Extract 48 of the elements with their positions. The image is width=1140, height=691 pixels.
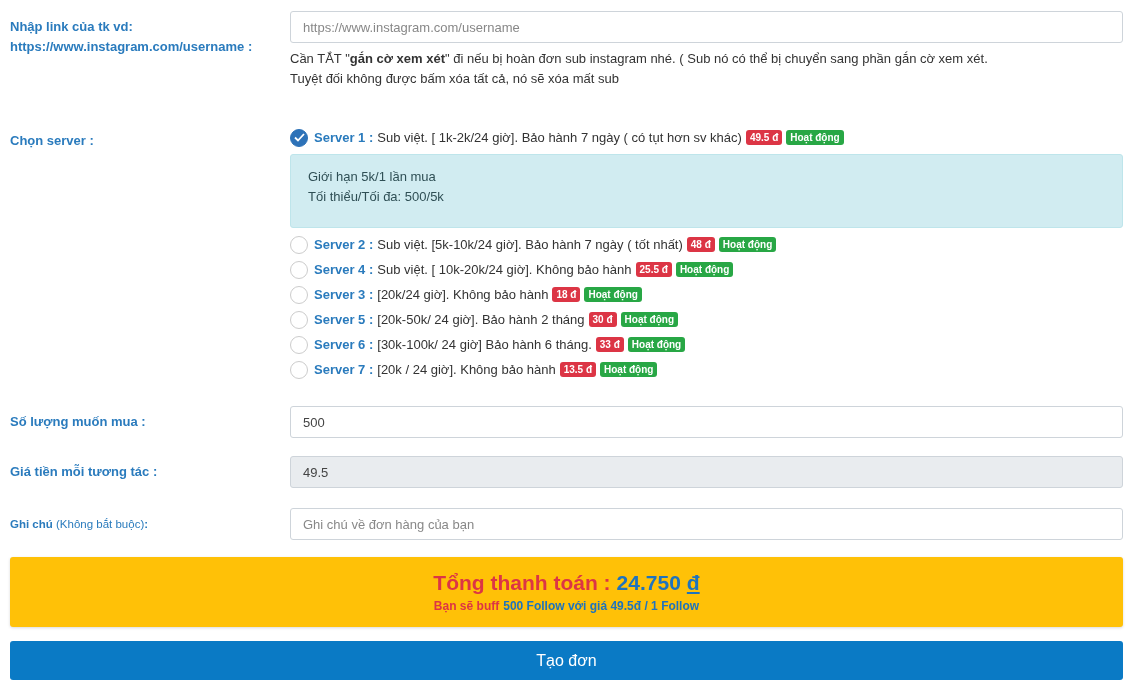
price-badge: 13.5 đ [559, 362, 596, 377]
server-name: Server 3 : [314, 287, 374, 302]
server-description: [30k-100k/ 24 giờ] Bảo hành 6 tháng. [377, 337, 592, 352]
status-badge: Hoạt động [584, 287, 642, 302]
summary-text: 500 Follow với giá 49.5đ / 1 Follow [503, 599, 700, 613]
server-name: Server 1 : [314, 130, 374, 145]
price-badge: 48 đ [686, 237, 715, 252]
server-description: Sub việt. [ 10k-20k/24 giờ]. Không bảo hành [377, 262, 632, 277]
field-label: Nhập link của tk vd: [10, 18, 134, 36]
server-description: Sub việt. [ 1k-2k/24 giờ]. Bảo hành 7 ngày ( có tụt hơn sv khác) [377, 130, 742, 145]
info-text: Tối thiểu/Tối đa: 500/5k [308, 188, 445, 206]
server-description: [20k/24 giờ]. Không bảo hành [377, 287, 549, 302]
status-badge: Hoạt động [620, 312, 678, 327]
server-name: Server 4 : [314, 262, 374, 277]
server-name: Server 6 : [314, 337, 374, 352]
note-input[interactable]: Ghi chú về đơn hàng của bạn [290, 508, 1123, 540]
field-label: https://www.instagram.com/username : [10, 38, 254, 56]
total-amount: 24.750 [616, 571, 681, 595]
total-label: Tổng thanh toán : [433, 571, 611, 595]
status-badge: Hoạt động [627, 337, 686, 352]
server-name: Server 2 : [314, 237, 374, 252]
status-badge: Hoạt động [786, 130, 844, 145]
link-input[interactable]: https://www.instagram.com/username [290, 11, 1123, 43]
server-description: [20k-50k/ 24 giờ]. Bảo hành 2 tháng [377, 312, 585, 327]
server-description: Sub việt. [5k-10k/24 giờ]. Bảo hành 7 ngày ( tốt nhất) [377, 237, 683, 252]
price-badge: 33 đ [595, 337, 624, 352]
check-icon [293, 133, 305, 142]
price-badge: 25.5 đ [635, 262, 672, 277]
radio-button[interactable] [290, 128, 308, 147]
info-text: Giới hạn 5k/1 lần mua [308, 168, 437, 186]
field-label: Ghi chú (Không bắt buộc): [10, 517, 150, 532]
field-label: Số lượng muốn mua : [10, 413, 147, 431]
server-description: [20k / 24 giờ]. Không bảo hành [377, 362, 556, 377]
status-badge: Hoạt động [600, 362, 658, 377]
price-badge: 18 đ [552, 287, 581, 302]
summary-text: Bạn sẽ buff [433, 599, 500, 613]
field-label: Giá tiền mỗi tương tác : [10, 463, 159, 481]
status-badge: Hoạt động [718, 237, 777, 252]
status-badge: Hoạt động [675, 262, 734, 277]
submit-button[interactable]: Tạo đơn [10, 641, 1123, 680]
price-badge: 49.5 đ [745, 130, 783, 145]
field-label: Chọn server : [10, 133, 94, 148]
server-name: Server 5 : [314, 312, 374, 327]
note-text: Tuyệt đối không được bấm xóa tất cả, nó sẽ xóa mất sub [290, 70, 620, 88]
note-text: Cần TẮT "gắn cờ xem xét" đi nếu bị hoàn đơn sub instagram nhé. ( Sub nó có thể bị chuyển sang phần gắn cờ xem xét. [290, 50, 989, 68]
quantity-input[interactable]: 500 [290, 406, 1123, 438]
price-badge: 30 đ [588, 312, 617, 327]
server-name: Server 7 : [314, 362, 374, 377]
